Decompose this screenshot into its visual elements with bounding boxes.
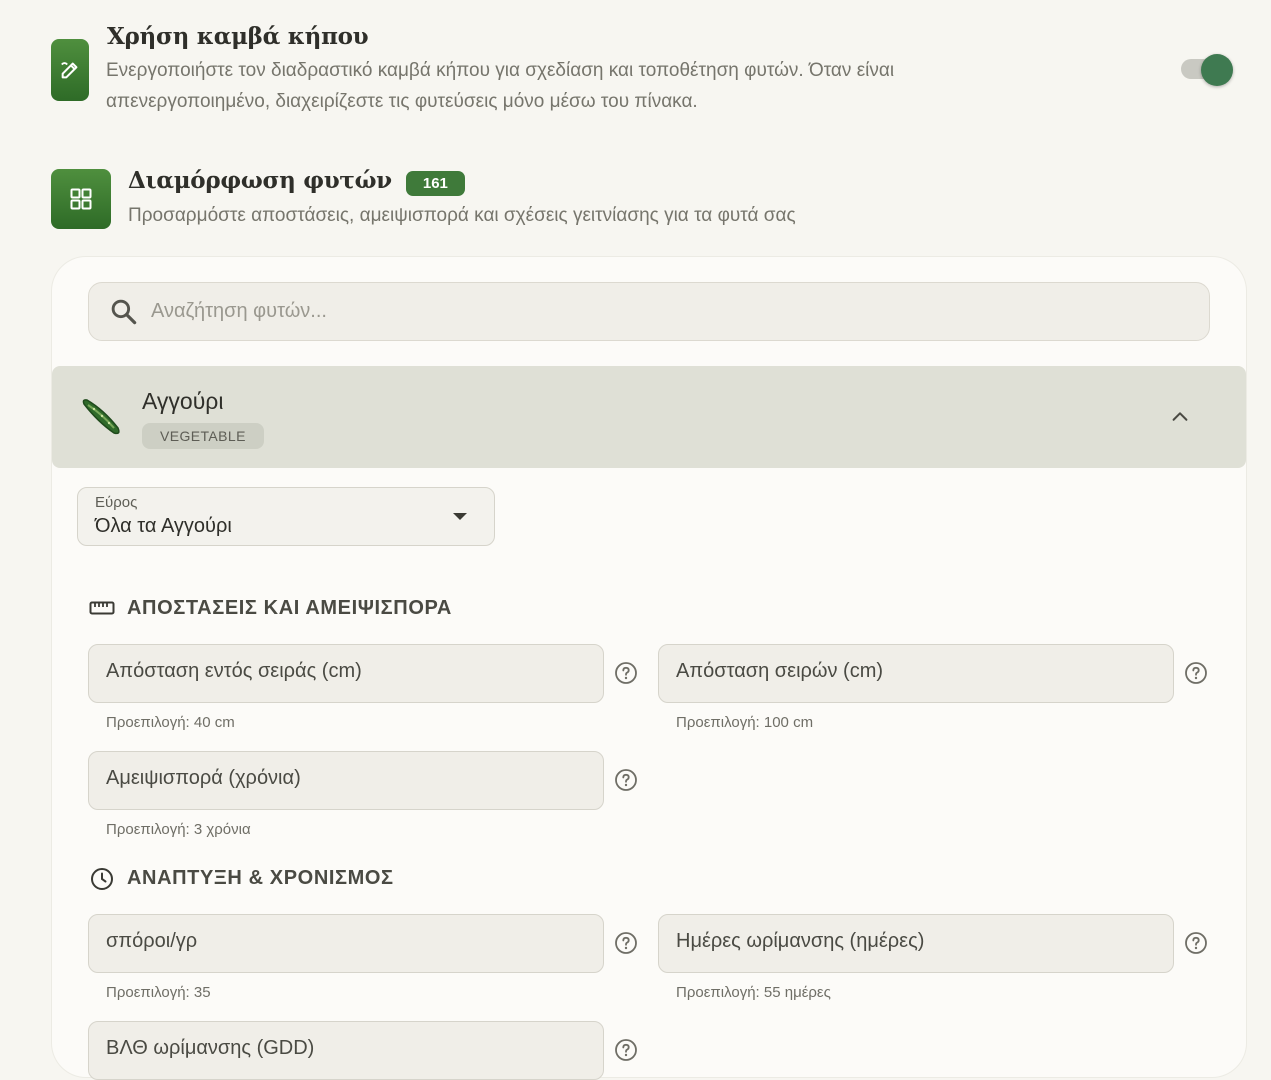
plant-config-icon-tile	[51, 169, 111, 229]
scope-select[interactable]: Εύρος Όλα τα Αγγούρι	[77, 487, 495, 546]
in-row-spacing-field[interactable]: Απόσταση εντός σειράς (cm)	[88, 644, 604, 703]
row-spacing-label: Απόσταση σειρών (cm)	[676, 660, 884, 682]
gdd-maturity-field[interactable]: ΒΛΘ ωρίμανσης (GDD)	[88, 1021, 604, 1080]
grid-icon	[70, 188, 92, 210]
canvas-setting-description-line2: απενεργοποιημένο, διαχειρίζεστε τις φυτε…	[106, 91, 698, 112]
row-spacing-hint: Προεπιλογή: 100 cm	[676, 714, 814, 731]
canvas-toggle-switch[interactable]	[1201, 54, 1233, 86]
rotation-years-label: Αμειψισπορά (χρόνια)	[106, 767, 301, 789]
scope-label: Εύρος	[95, 494, 138, 511]
clock-icon	[91, 868, 113, 890]
plant-count-badge: 161	[405, 171, 465, 197]
help-icon[interactable]	[1184, 661, 1208, 685]
pencil-edit-icon	[61, 62, 78, 79]
days-to-maturity-label: Ημέρες ωρίμανσης (ημέρες)	[676, 930, 925, 952]
cucumber-icon	[82, 399, 120, 435]
help-icon[interactable]	[614, 768, 638, 792]
plant-name: Αγγούρι	[142, 388, 224, 414]
canvas-setting-title: Χρήση καμβά κήπου	[107, 23, 369, 50]
spacing-section-title: ΑΠΟΣΤΑΣΕΙΣ ΚΑΙ ΑΜΕΙΨΙΣΠΟΡΑ	[127, 597, 452, 619]
ruler-icon	[89, 601, 115, 615]
plant-config-title: Διαμόρφωση φυτών	[128, 167, 392, 194]
days-to-maturity-field[interactable]: Ημέρες ωρίμανσης (ημέρες)	[658, 914, 1174, 973]
canvas-setting-icon-tile	[51, 39, 89, 101]
canvas-setting-description-line1: Ενεργοποιήστε τον διαδραστικό καμβά κήπο…	[106, 60, 895, 81]
help-icon[interactable]	[614, 931, 638, 955]
seeds-per-gram-label: σπόροι/γρ	[106, 930, 198, 952]
scope-value: Όλα τα Αγγούρι	[95, 515, 232, 537]
row-spacing-field[interactable]: Απόσταση σειρών (cm)	[658, 644, 1174, 703]
plant-search-input[interactable]: Αναζήτηση φυτών...	[88, 282, 1210, 341]
in-row-spacing-label: Απόσταση εντός σειράς (cm)	[106, 660, 362, 682]
growth-section-title: ΑΝΑΠΤΥΞΗ & ΧΡΟΝΙΣΜΟΣ	[127, 867, 394, 889]
rotation-years-hint: Προεπιλογή: 3 χρόνια	[106, 821, 251, 838]
search-icon	[111, 299, 137, 325]
dropdown-arrow-icon	[453, 513, 467, 520]
seeds-per-gram-field[interactable]: σπόροι/γρ	[88, 914, 604, 973]
search-placeholder: Αναζήτηση φυτών...	[151, 300, 327, 322]
plant-category-tag: VEGETABLE	[142, 423, 264, 449]
days-to-maturity-hint: Προεπιλογή: 55 ημέρες	[676, 984, 831, 1001]
plant-row-cucumber[interactable]: Αγγούρι VEGETABLE	[52, 366, 1246, 468]
in-row-spacing-hint: Προεπιλογή: 40 cm	[106, 714, 235, 731]
help-icon[interactable]	[1184, 931, 1208, 955]
plant-config-description: Προσαρμόστε αποστάσεις, αμειψισπορά και …	[128, 205, 796, 226]
chevron-up-icon[interactable]	[1169, 406, 1191, 428]
help-icon[interactable]	[614, 661, 638, 685]
help-icon[interactable]	[614, 1038, 638, 1062]
seeds-per-gram-hint: Προεπιλογή: 35	[106, 984, 211, 1001]
rotation-years-field[interactable]: Αμειψισπορά (χρόνια)	[88, 751, 604, 810]
